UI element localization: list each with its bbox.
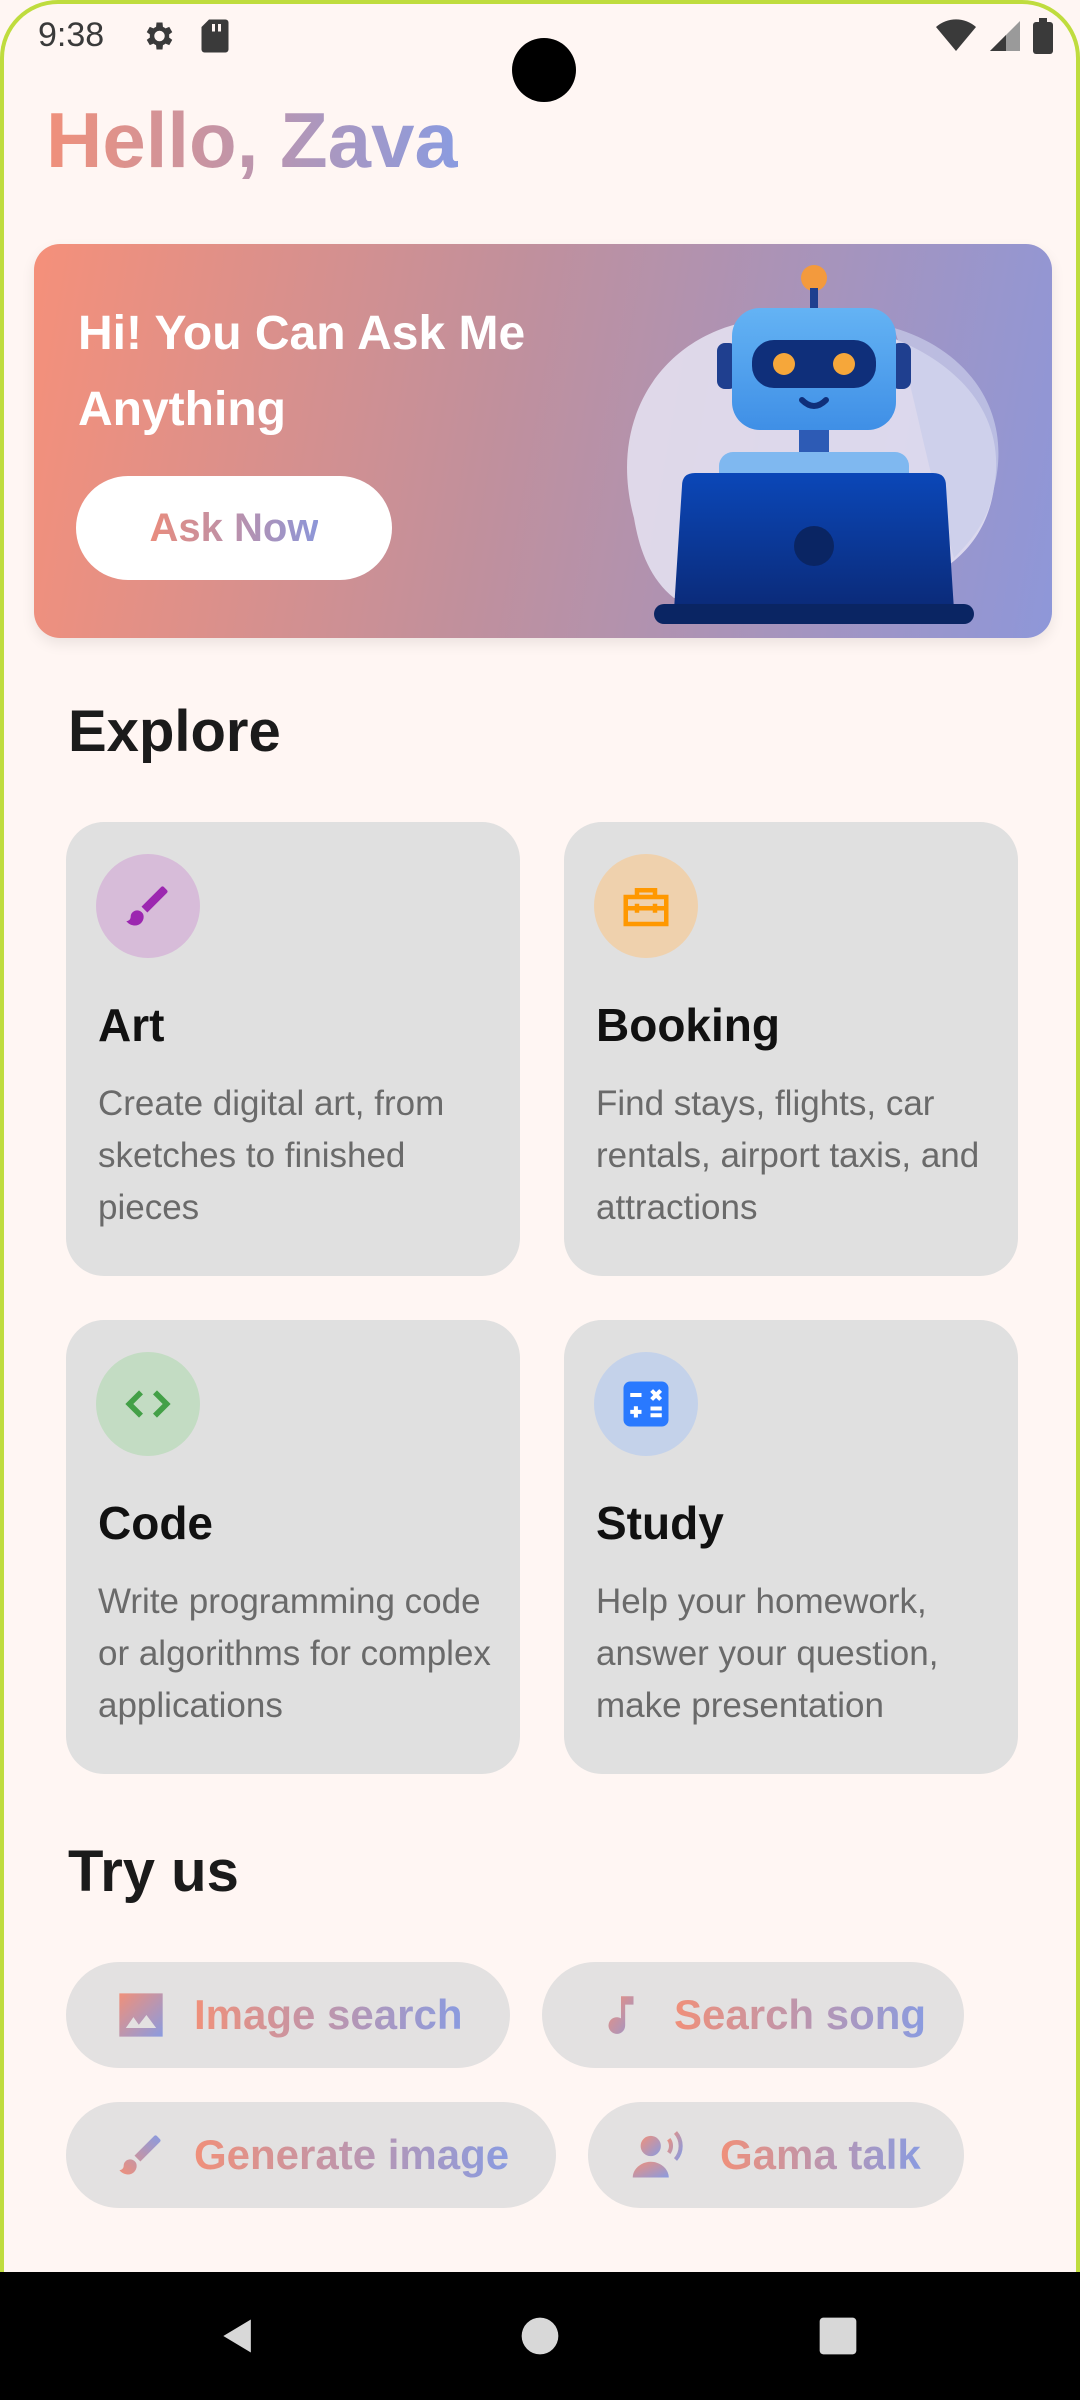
booking-card-title: Booking [596, 999, 780, 1051]
ask-banner: Hi! You Can Ask Me Anything Ask Now [34, 244, 1052, 638]
code-card-description: Write programming code or algorithms for… [98, 1582, 491, 1725]
chip-gama-talk-label: Gama talk [720, 2131, 921, 2178]
wifi-icon [936, 19, 976, 51]
ask-now-label: Ask Now [149, 505, 319, 550]
system-navigation-bar [0, 2272, 1080, 2400]
calculator-icon [623, 1381, 669, 1427]
chip-search-song-label: Search song [674, 1991, 927, 2038]
explore-heading: Explore [68, 699, 281, 764]
recents-square-icon [819, 2317, 857, 2355]
chip-image-search[interactable]: Image search [66, 1962, 510, 2068]
code-icon [125, 1390, 171, 1418]
explore-card-booking[interactable]: Booking Find stays, flights, car rentals… [564, 822, 1018, 1276]
chip-generate-image-label: Generate image [194, 2131, 510, 2178]
brush-icon [119, 2135, 161, 2175]
explore-card-study[interactable]: Study Help your homework, answer your qu… [564, 1320, 1018, 1774]
robot-laptop-illustration [627, 265, 999, 624]
art-card-description: Create digital art, from sketches to fin… [98, 1084, 445, 1227]
art-card-title: Art [98, 999, 165, 1051]
chip-gama-talk[interactable]: Gama talk [588, 2102, 964, 2208]
brush-icon [126, 886, 168, 926]
art-icon-badge [96, 854, 200, 958]
home-circle-icon [521, 2317, 559, 2355]
booking-icon-badge [594, 854, 698, 958]
status-time: 9:38 [38, 16, 105, 54]
settings-gear-icon [146, 22, 173, 50]
image-icon [119, 1993, 163, 2037]
study-icon-badge [594, 1352, 698, 1456]
cell-signal-icon [990, 21, 1020, 51]
back-triangle-icon [223, 2319, 251, 2353]
chip-image-search-label: Image search [194, 1991, 463, 2038]
status-indicators [934, 18, 1054, 54]
app-screen: 9:38 Hello, Zava Hi! You Can Ask Me Anyt… [0, 0, 1080, 2272]
study-card-title: Study [596, 1497, 724, 1549]
booking-card-description: Find stays, flights, car rentals, airpor… [596, 1084, 980, 1227]
nav-back-button[interactable] [206, 2304, 270, 2368]
sd-card-icon [201, 19, 229, 53]
nav-home-button[interactable] [508, 2304, 572, 2368]
code-card-title: Code [98, 1497, 213, 1549]
try-us-heading: Try us [68, 1839, 239, 1904]
nav-recents-button[interactable] [806, 2304, 870, 2368]
briefcase-icon [623, 888, 669, 927]
chip-generate-image[interactable]: Generate image [66, 2102, 556, 2208]
battery-icon [1033, 18, 1053, 54]
chip-search-song[interactable]: Search song [542, 1962, 964, 2068]
voice-person-icon [632, 2131, 683, 2178]
code-icon-badge [96, 1352, 200, 1456]
camera-cutout [512, 38, 576, 102]
explore-card-code[interactable]: Code Write programming code or algorithm… [66, 1320, 520, 1774]
greeting-title: Hello, Zava [46, 92, 458, 188]
ask-now-button[interactable]: Ask Now [76, 476, 392, 580]
explore-card-art[interactable]: Art Create digital art, from sketches to… [66, 822, 520, 1276]
banner-title: Hi! You Can Ask Me Anything [78, 307, 526, 436]
study-card-description: Help your homework, answer your question… [596, 1582, 939, 1725]
music-note-icon [608, 1996, 634, 2034]
